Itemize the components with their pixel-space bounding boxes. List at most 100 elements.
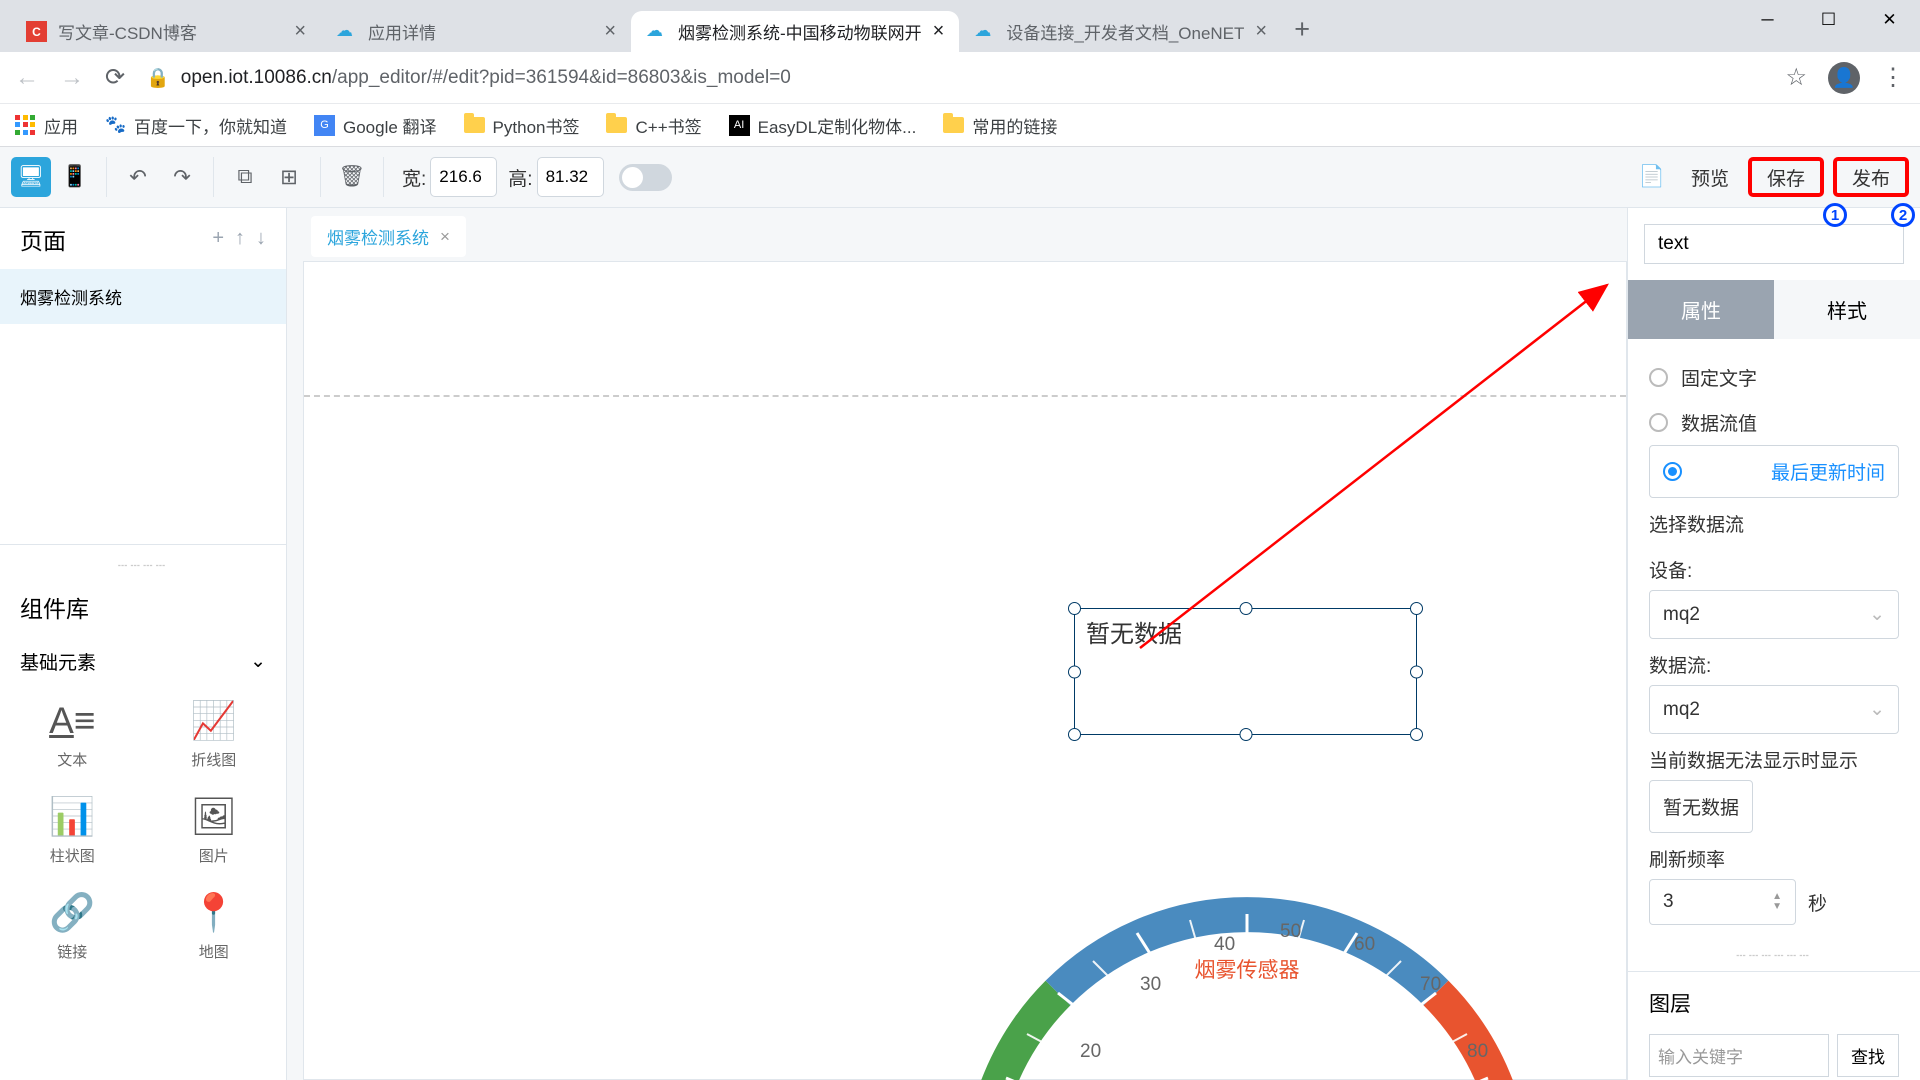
tab-title: 烟雾检测系统-中国移动物联网开	[678, 19, 922, 44]
copy-button[interactable]: ⧉	[225, 157, 265, 197]
folder-icon	[943, 117, 964, 133]
save-button[interactable]: 保存	[1748, 157, 1824, 197]
component-linechart[interactable]: 📈折线图	[157, 701, 272, 770]
new-tab-button[interactable]: +	[1282, 14, 1322, 52]
apps-button[interactable]: 应用	[15, 113, 78, 138]
canvas[interactable]: 烟雾检测系统 × 暂无数据	[287, 208, 1627, 1080]
browser-tab[interactable]: ☁ 应用详情 ×	[321, 11, 631, 52]
browser-tab[interactable]: C 写文章-CSDN博客 ×	[11, 11, 321, 52]
close-window-button[interactable]: ✕	[1859, 0, 1920, 40]
barchart-icon: 📊	[49, 797, 95, 837]
layer-search-input[interactable]: 输入关键字	[1649, 1034, 1829, 1077]
maximize-button[interactable]: ☐	[1798, 0, 1859, 40]
close-icon[interactable]: ×	[604, 20, 616, 43]
resize-handle[interactable]	[1239, 728, 1252, 741]
spinner-down-icon[interactable]: ▼	[1772, 902, 1782, 912]
bookmark-item[interactable]: GGoogle 翻译	[314, 113, 437, 138]
reload-button[interactable]: ⟳	[105, 63, 125, 92]
image-icon: 🖼	[190, 797, 237, 837]
tab-attributes[interactable]: 属性	[1628, 280, 1774, 339]
component-name-field[interactable]: text	[1644, 224, 1904, 264]
address-bar: ← → ⟳ 🔒 open.iot.10086.cn/app_editor/#/e…	[0, 52, 1920, 104]
height-input[interactable]	[537, 157, 604, 197]
tab-styles[interactable]: 样式	[1774, 280, 1920, 339]
browser-tab-active[interactable]: ☁ 烟雾检测系统-中国移动物联网开 ×	[631, 11, 959, 52]
close-icon[interactable]: ×	[440, 227, 450, 247]
redo-button[interactable]: ↷	[162, 157, 202, 197]
canvas-tab[interactable]: 烟雾检测系统 ×	[311, 216, 466, 257]
text-content: 暂无数据	[1075, 609, 1416, 654]
add-page-icon[interactable]: +	[212, 227, 224, 250]
height-label: 高:	[508, 164, 532, 191]
stream-select[interactable]: mq2⌄	[1649, 685, 1899, 734]
publish-button[interactable]: 发布	[1833, 157, 1909, 197]
refresh-spinner[interactable]: 3 ▲▼	[1649, 879, 1796, 925]
component-category[interactable]: 基础元素 ⌄	[0, 637, 286, 686]
guide-line	[304, 395, 1626, 397]
component-text[interactable]: A≡文本	[15, 701, 130, 770]
forward-button[interactable]: →	[60, 64, 84, 92]
gauge-tick: 60	[1354, 934, 1375, 956]
resize-handle[interactable]	[1410, 728, 1423, 741]
resize-handle[interactable]	[1239, 602, 1252, 615]
baidu-icon: 🐾	[105, 115, 126, 136]
search-button[interactable]: 查找	[1837, 1034, 1899, 1077]
bookmark-item[interactable]: 常用的链接	[943, 113, 1057, 138]
menu-icon[interactable]: ⋮	[1881, 63, 1905, 92]
preview-button[interactable]: 预览	[1676, 157, 1744, 197]
back-button[interactable]: ←	[15, 64, 39, 92]
radio-fixed-text[interactable]: 固定文字	[1649, 355, 1899, 400]
component-library-header: 组件库	[0, 576, 286, 637]
move-down-icon[interactable]: ↓	[256, 227, 266, 250]
resize-handle[interactable]	[1068, 602, 1081, 615]
resize-handle[interactable]	[1410, 602, 1423, 615]
component-label: 文本	[57, 749, 87, 770]
gauge-title: 烟雾传感器	[1195, 954, 1300, 984]
bookmark-label: C++书签	[635, 113, 701, 138]
close-icon[interactable]: ×	[933, 20, 945, 43]
browser-tab[interactable]: ☁ 设备连接_开发者文档_OneNET ×	[959, 11, 1282, 52]
page-item[interactable]: 烟雾检测系统	[0, 269, 286, 324]
radio-last-update[interactable]: 最后更新时间	[1649, 445, 1899, 498]
csdn-icon: C	[26, 21, 47, 42]
close-icon[interactable]: ×	[294, 20, 306, 43]
gauge-widget[interactable]: 0 10 20 30 40 50 60 70 80 90 100 烟雾传感器 N…	[927, 781, 1567, 1080]
device-select[interactable]: mq2⌄	[1649, 590, 1899, 639]
undo-button[interactable]: ↶	[118, 157, 158, 197]
close-icon[interactable]: ×	[1255, 20, 1267, 43]
radio-data-stream[interactable]: 数据流值	[1649, 400, 1899, 445]
nodata-input[interactable]: 暂无数据	[1649, 780, 1753, 833]
component-barchart[interactable]: 📊柱状图	[15, 797, 130, 866]
bookmark-item[interactable]: Python书签	[464, 113, 580, 138]
resize-handle[interactable]	[1068, 665, 1081, 678]
move-up-icon[interactable]: ↑	[235, 227, 245, 250]
document-icon[interactable]: 📄	[1632, 157, 1672, 197]
component-label: 折线图	[191, 749, 236, 770]
stream-label: 数据流:	[1649, 639, 1899, 685]
ungroup-button[interactable]: ⊞	[269, 157, 309, 197]
desktop-view-button[interactable]: 🖥	[11, 157, 51, 197]
ai-icon: AI	[729, 115, 750, 136]
delete-button[interactable]: 🗑	[332, 157, 372, 197]
component-map[interactable]: 📍地图	[157, 893, 272, 962]
url-field[interactable]: 🔒 open.iot.10086.cn/app_editor/#/edit?pi…	[146, 66, 1764, 90]
pages-title: 页面	[20, 222, 66, 256]
selected-text-element[interactable]: 暂无数据	[1074, 608, 1417, 735]
mobile-view-button[interactable]: 📱	[55, 157, 95, 197]
bookmark-item[interactable]: C++书签	[606, 113, 701, 138]
nodata-label: 当前数据无法显示时显示	[1649, 734, 1899, 780]
component-link[interactable]: 🔗链接	[15, 893, 130, 962]
toggle-switch[interactable]	[619, 164, 672, 191]
minimize-button[interactable]: ─	[1737, 0, 1798, 40]
resize-handle[interactable]	[1410, 665, 1423, 678]
bookmarks-bar: 应用 🐾百度一下，你就知道 GGoogle 翻译 Python书签 C++书签 …	[0, 104, 1920, 147]
bookmark-item[interactable]: AIEasyDL定制化物体...	[729, 113, 917, 138]
component-image[interactable]: 🖼图片	[157, 797, 272, 866]
profile-icon[interactable]: 👤	[1828, 62, 1860, 94]
chevron-down-icon: ⌄	[1869, 698, 1885, 721]
star-icon[interactable]: ☆	[1785, 63, 1807, 92]
bookmark-item[interactable]: 🐾百度一下，你就知道	[105, 113, 287, 138]
chevron-down-icon: ⌄	[1869, 603, 1885, 626]
resize-handle[interactable]	[1068, 728, 1081, 741]
width-input[interactable]	[430, 157, 497, 197]
